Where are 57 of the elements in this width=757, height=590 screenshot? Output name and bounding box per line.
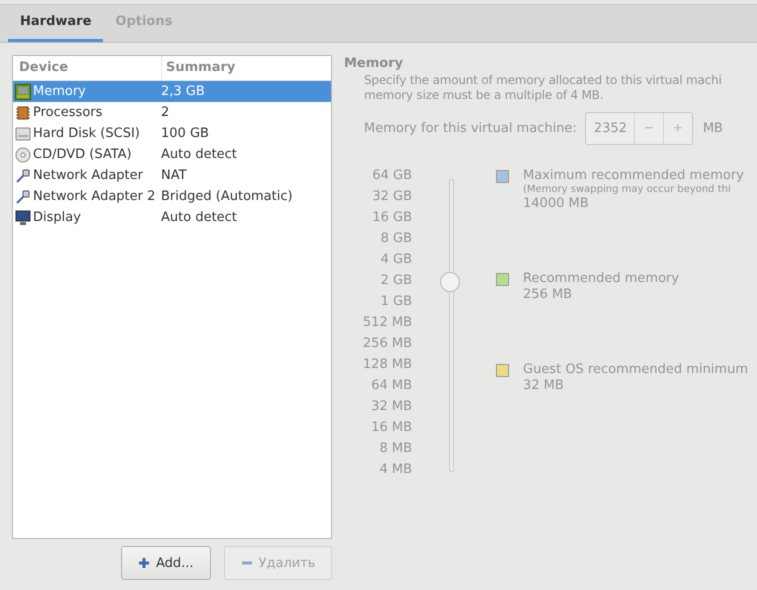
device-name: Display bbox=[33, 209, 81, 227]
device-name: Hard Disk (SCSI) bbox=[33, 125, 140, 143]
scale-label: 32 GB bbox=[371, 188, 412, 206]
device-summary: 2 bbox=[160, 104, 170, 122]
device-summary: Auto detect bbox=[160, 146, 237, 164]
device-summary: Bridged (Automatic) bbox=[160, 188, 293, 206]
device-row[interactable]: Network Adapter 2 Bridged (Automatic) bbox=[13, 186, 331, 207]
scale-label: 256 MB bbox=[362, 335, 412, 353]
legend-value: 256 MB bbox=[523, 287, 574, 303]
device-summary: Auto detect bbox=[160, 209, 237, 227]
device-name: CD/DVD (SATA) bbox=[33, 146, 132, 164]
network-plug-icon bbox=[15, 168, 31, 184]
network-plug-icon bbox=[15, 188, 31, 204]
scale-label: 32 MB bbox=[370, 398, 412, 416]
monitor-icon bbox=[15, 210, 31, 226]
legend-label: Guest OS recommended minimum bbox=[523, 362, 748, 378]
device-row[interactable]: Processors 2 bbox=[13, 102, 331, 123]
processor-icon bbox=[15, 104, 31, 120]
legend-value: 32 MB bbox=[523, 378, 565, 394]
device-name: Processors bbox=[33, 104, 102, 122]
scale-label: 1 GB bbox=[380, 293, 412, 311]
device-row[interactable]: Hard Disk (SCSI) 100 GB bbox=[13, 123, 331, 144]
scale-label: 4 GB bbox=[380, 251, 412, 269]
device-name: Network Adapter 2 bbox=[33, 188, 156, 206]
unit-label: MB bbox=[702, 121, 723, 136]
add-button[interactable]: Add... bbox=[121, 546, 211, 580]
device-name: Memory bbox=[33, 83, 86, 101]
description: memory size must be a multiple of 4 MB. bbox=[364, 88, 604, 103]
device-name: Network Adapter bbox=[33, 167, 143, 185]
plus-icon bbox=[138, 557, 150, 569]
scale-label: 8 MB bbox=[378, 440, 412, 458]
description: Specify the amount of memory allocated to this virtual machi bbox=[364, 73, 723, 88]
scale-label: 2 GB bbox=[380, 272, 412, 290]
device-row[interactable]: CD/DVD (SATA) Auto detect bbox=[13, 144, 331, 165]
section-title: Memory bbox=[344, 56, 404, 71]
scale-label: 64 GB bbox=[371, 167, 412, 185]
legend-value: 14000 MB bbox=[523, 196, 590, 212]
disc-icon bbox=[15, 146, 31, 162]
scale-label: 8 GB bbox=[380, 230, 412, 248]
device-summary: 2,3 GB bbox=[160, 83, 205, 101]
tab[interactable]: Hardware bbox=[8, 5, 104, 42]
scale-label: 512 MB bbox=[362, 314, 412, 332]
device-summary: NAT bbox=[160, 167, 187, 185]
device-row[interactable]: Network Adapter NAT bbox=[13, 165, 331, 186]
device-row[interactable]: Display Auto detect bbox=[13, 207, 331, 228]
scale-label: 128 MB bbox=[362, 356, 412, 374]
scale-label: 64 MB bbox=[370, 377, 412, 395]
field-label: Memory for this virtual machine: bbox=[364, 121, 577, 136]
scale-label: 4 MB bbox=[378, 461, 412, 479]
scale-label: 16 GB bbox=[371, 209, 412, 227]
legend-note: (Memory swapping may occur beyond thi bbox=[523, 184, 732, 196]
memory-chip-icon bbox=[15, 84, 31, 100]
slider-thumb[interactable] bbox=[440, 272, 460, 292]
device-summary: 100 GB bbox=[160, 125, 209, 143]
legend-label: Recommended memory bbox=[523, 271, 680, 287]
scale-label: 16 MB bbox=[370, 419, 412, 437]
legend-label: Maximum recommended memory bbox=[523, 168, 744, 184]
